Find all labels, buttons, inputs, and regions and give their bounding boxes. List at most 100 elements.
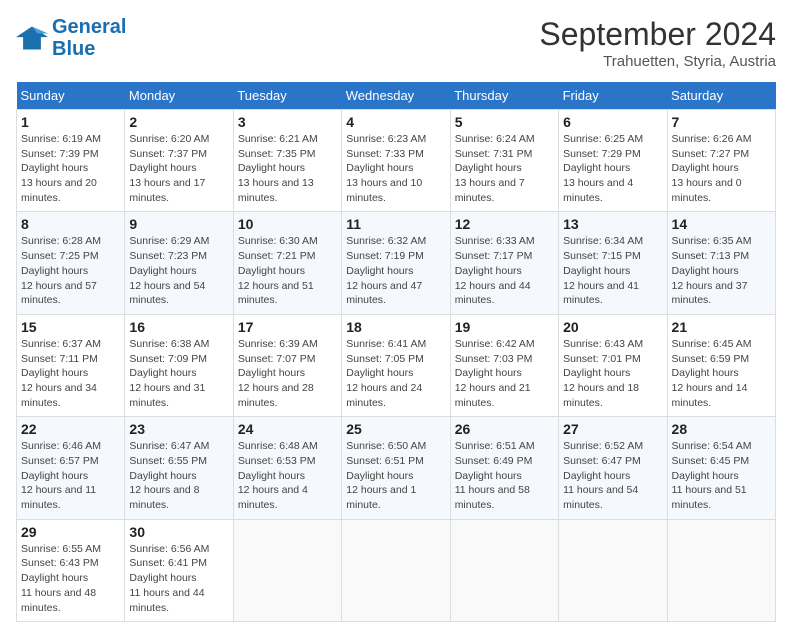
day-number: 11	[346, 216, 445, 232]
day-detail: Sunrise: 6:30 AM Sunset: 7:21 PM Dayligh…	[238, 234, 337, 307]
day-number: 27	[563, 421, 662, 437]
day-detail: Sunrise: 6:42 AM Sunset: 7:03 PM Dayligh…	[455, 337, 554, 410]
week-row-4: 22 Sunrise: 6:46 AM Sunset: 6:57 PM Dayl…	[17, 417, 776, 519]
day-detail: Sunrise: 6:26 AM Sunset: 7:27 PM Dayligh…	[672, 132, 771, 205]
day-detail: Sunrise: 6:55 AM Sunset: 6:43 PM Dayligh…	[21, 542, 120, 615]
day-detail: Sunrise: 6:20 AM Sunset: 7:37 PM Dayligh…	[129, 132, 228, 205]
day-of-week-sunday: Sunday	[17, 82, 125, 110]
day-cell-18: 18 Sunrise: 6:41 AM Sunset: 7:05 PM Dayl…	[342, 314, 450, 416]
empty-cell	[342, 519, 450, 621]
day-number: 24	[238, 421, 337, 437]
day-cell-20: 20 Sunrise: 6:43 AM Sunset: 7:01 PM Dayl…	[559, 314, 667, 416]
month-year: September 2024	[539, 16, 776, 53]
day-detail: Sunrise: 6:51 AM Sunset: 6:49 PM Dayligh…	[455, 439, 554, 512]
day-cell-8: 8 Sunrise: 6:28 AM Sunset: 7:25 PM Dayli…	[17, 212, 125, 314]
week-row-2: 8 Sunrise: 6:28 AM Sunset: 7:25 PM Dayli…	[17, 212, 776, 314]
calendar-body: 1 Sunrise: 6:19 AM Sunset: 7:39 PM Dayli…	[17, 110, 776, 622]
day-number: 30	[129, 524, 228, 540]
day-number: 14	[672, 216, 771, 232]
day-of-week-tuesday: Tuesday	[233, 82, 341, 110]
day-number: 9	[129, 216, 228, 232]
day-cell-17: 17 Sunrise: 6:39 AM Sunset: 7:07 PM Dayl…	[233, 314, 341, 416]
logo: GeneralBlue	[16, 16, 126, 60]
logo-icon	[16, 24, 48, 52]
day-number: 23	[129, 421, 228, 437]
day-detail: Sunrise: 6:21 AM Sunset: 7:35 PM Dayligh…	[238, 132, 337, 205]
day-cell-7: 7 Sunrise: 6:26 AM Sunset: 7:27 PM Dayli…	[667, 110, 775, 212]
calendar-header: SundayMondayTuesdayWednesdayThursdayFrid…	[17, 82, 776, 110]
day-cell-10: 10 Sunrise: 6:30 AM Sunset: 7:21 PM Dayl…	[233, 212, 341, 314]
day-detail: Sunrise: 6:33 AM Sunset: 7:17 PM Dayligh…	[455, 234, 554, 307]
day-cell-2: 2 Sunrise: 6:20 AM Sunset: 7:37 PM Dayli…	[125, 110, 233, 212]
day-number: 17	[238, 319, 337, 335]
day-detail: Sunrise: 6:38 AM Sunset: 7:09 PM Dayligh…	[129, 337, 228, 410]
day-cell-9: 9 Sunrise: 6:29 AM Sunset: 7:23 PM Dayli…	[125, 212, 233, 314]
day-cell-28: 28 Sunrise: 6:54 AM Sunset: 6:45 PM Dayl…	[667, 417, 775, 519]
day-detail: Sunrise: 6:50 AM Sunset: 6:51 PM Dayligh…	[346, 439, 445, 512]
day-of-week-wednesday: Wednesday	[342, 82, 450, 110]
day-detail: Sunrise: 6:45 AM Sunset: 6:59 PM Dayligh…	[672, 337, 771, 410]
day-number: 22	[21, 421, 120, 437]
day-number: 8	[21, 216, 120, 232]
day-detail: Sunrise: 6:23 AM Sunset: 7:33 PM Dayligh…	[346, 132, 445, 205]
day-number: 26	[455, 421, 554, 437]
empty-cell	[667, 519, 775, 621]
day-number: 10	[238, 216, 337, 232]
day-number: 2	[129, 114, 228, 130]
day-cell-4: 4 Sunrise: 6:23 AM Sunset: 7:33 PM Dayli…	[342, 110, 450, 212]
day-detail: Sunrise: 6:25 AM Sunset: 7:29 PM Dayligh…	[563, 132, 662, 205]
day-number: 13	[563, 216, 662, 232]
day-cell-24: 24 Sunrise: 6:48 AM Sunset: 6:53 PM Dayl…	[233, 417, 341, 519]
day-detail: Sunrise: 6:46 AM Sunset: 6:57 PM Dayligh…	[21, 439, 120, 512]
day-number: 20	[563, 319, 662, 335]
day-number: 15	[21, 319, 120, 335]
day-cell-21: 21 Sunrise: 6:45 AM Sunset: 6:59 PM Dayl…	[667, 314, 775, 416]
day-number: 12	[455, 216, 554, 232]
location: Trahuetten, Styria, Austria	[539, 53, 776, 70]
day-detail: Sunrise: 6:37 AM Sunset: 7:11 PM Dayligh…	[21, 337, 120, 410]
day-cell-16: 16 Sunrise: 6:38 AM Sunset: 7:09 PM Dayl…	[125, 314, 233, 416]
day-detail: Sunrise: 6:56 AM Sunset: 6:41 PM Dayligh…	[129, 542, 228, 615]
day-cell-12: 12 Sunrise: 6:33 AM Sunset: 7:17 PM Dayl…	[450, 212, 558, 314]
day-cell-11: 11 Sunrise: 6:32 AM Sunset: 7:19 PM Dayl…	[342, 212, 450, 314]
day-of-week-saturday: Saturday	[667, 82, 775, 110]
days-of-week-row: SundayMondayTuesdayWednesdayThursdayFrid…	[17, 82, 776, 110]
day-number: 6	[563, 114, 662, 130]
day-detail: Sunrise: 6:32 AM Sunset: 7:19 PM Dayligh…	[346, 234, 445, 307]
day-of-week-friday: Friday	[559, 82, 667, 110]
day-detail: Sunrise: 6:34 AM Sunset: 7:15 PM Dayligh…	[563, 234, 662, 307]
empty-cell	[450, 519, 558, 621]
day-cell-1: 1 Sunrise: 6:19 AM Sunset: 7:39 PM Dayli…	[17, 110, 125, 212]
day-cell-25: 25 Sunrise: 6:50 AM Sunset: 6:51 PM Dayl…	[342, 417, 450, 519]
day-detail: Sunrise: 6:19 AM Sunset: 7:39 PM Dayligh…	[21, 132, 120, 205]
day-cell-5: 5 Sunrise: 6:24 AM Sunset: 7:31 PM Dayli…	[450, 110, 558, 212]
day-number: 28	[672, 421, 771, 437]
day-cell-30: 30 Sunrise: 6:56 AM Sunset: 6:41 PM Dayl…	[125, 519, 233, 621]
day-detail: Sunrise: 6:43 AM Sunset: 7:01 PM Dayligh…	[563, 337, 662, 410]
day-number: 29	[21, 524, 120, 540]
day-number: 21	[672, 319, 771, 335]
day-of-week-monday: Monday	[125, 82, 233, 110]
day-detail: Sunrise: 6:35 AM Sunset: 7:13 PM Dayligh…	[672, 234, 771, 307]
day-detail: Sunrise: 6:54 AM Sunset: 6:45 PM Dayligh…	[672, 439, 771, 512]
day-cell-22: 22 Sunrise: 6:46 AM Sunset: 6:57 PM Dayl…	[17, 417, 125, 519]
week-row-1: 1 Sunrise: 6:19 AM Sunset: 7:39 PM Dayli…	[17, 110, 776, 212]
day-detail: Sunrise: 6:24 AM Sunset: 7:31 PM Dayligh…	[455, 132, 554, 205]
day-number: 1	[21, 114, 120, 130]
day-cell-14: 14 Sunrise: 6:35 AM Sunset: 7:13 PM Dayl…	[667, 212, 775, 314]
day-cell-29: 29 Sunrise: 6:55 AM Sunset: 6:43 PM Dayl…	[17, 519, 125, 621]
day-cell-15: 15 Sunrise: 6:37 AM Sunset: 7:11 PM Dayl…	[17, 314, 125, 416]
day-of-week-thursday: Thursday	[450, 82, 558, 110]
empty-cell	[233, 519, 341, 621]
day-cell-3: 3 Sunrise: 6:21 AM Sunset: 7:35 PM Dayli…	[233, 110, 341, 212]
day-cell-27: 27 Sunrise: 6:52 AM Sunset: 6:47 PM Dayl…	[559, 417, 667, 519]
day-number: 5	[455, 114, 554, 130]
day-detail: Sunrise: 6:47 AM Sunset: 6:55 PM Dayligh…	[129, 439, 228, 512]
day-detail: Sunrise: 6:48 AM Sunset: 6:53 PM Dayligh…	[238, 439, 337, 512]
day-number: 16	[129, 319, 228, 335]
page-header: GeneralBlue September 2024 Trahuetten, S…	[16, 16, 776, 70]
week-row-5: 29 Sunrise: 6:55 AM Sunset: 6:43 PM Dayl…	[17, 519, 776, 621]
day-detail: Sunrise: 6:52 AM Sunset: 6:47 PM Dayligh…	[563, 439, 662, 512]
day-cell-19: 19 Sunrise: 6:42 AM Sunset: 7:03 PM Dayl…	[450, 314, 558, 416]
logo-text: GeneralBlue	[52, 16, 126, 60]
